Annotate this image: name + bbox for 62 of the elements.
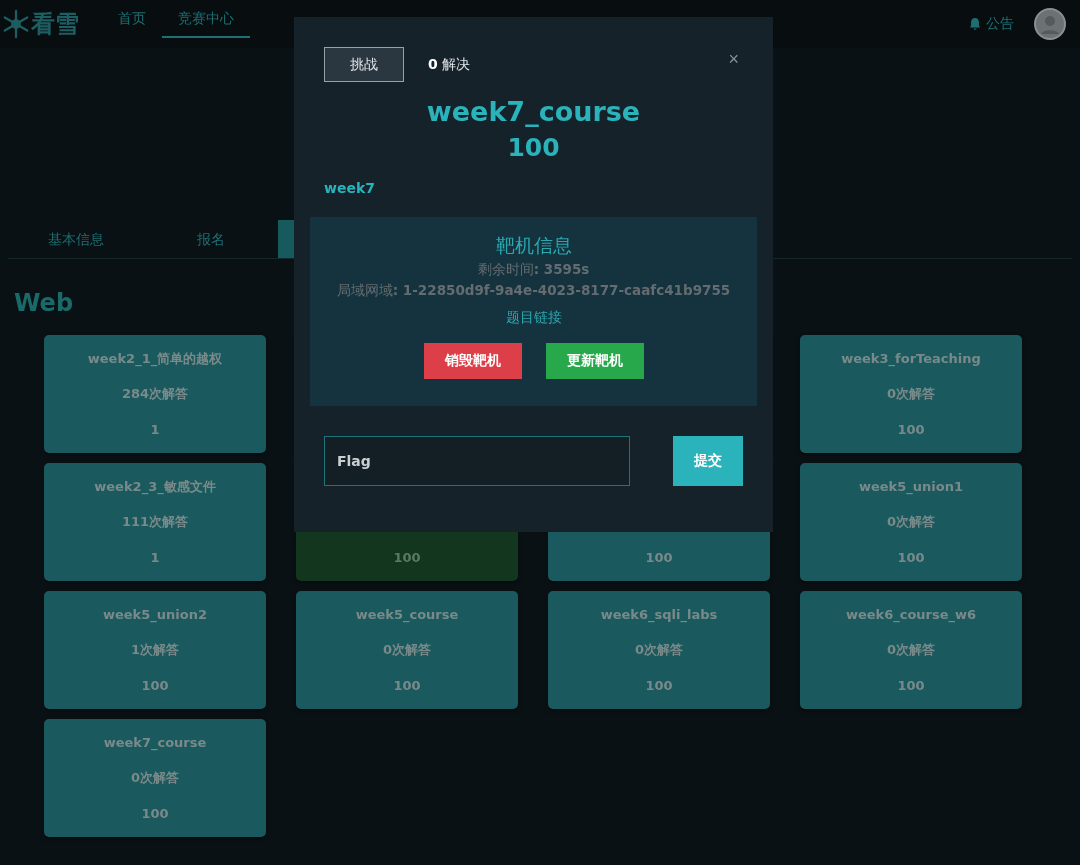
challenge-card[interactable]: week2_1_简单的越权 284次解答 1: [44, 335, 266, 453]
challenge-card[interactable]: week5_union2 1次解答 100: [44, 591, 266, 709]
solve-count: 0次解答: [382, 642, 431, 657]
solve-count: 284次解答: [121, 386, 189, 401]
solve-count: 0次解答: [634, 642, 683, 657]
challenge-link[interactable]: 题目链接: [505, 309, 562, 327]
challenge-points: 100: [393, 549, 421, 565]
challenge-name: week2_3_敏感文件: [94, 478, 216, 494]
solve-count: 0次解答: [886, 386, 935, 401]
tab[interactable]: 基本信息: [8, 220, 143, 258]
bell-icon[interactable]: [968, 17, 982, 31]
remaining-time: 剩余时间: 3595s: [477, 260, 590, 279]
solve-count: 0次解答: [886, 642, 935, 657]
challenge-points: 100: [141, 805, 169, 821]
challenge-points: 100: [141, 677, 169, 693]
close-button[interactable]: ×: [724, 49, 743, 70]
snowflake-icon: [1, 9, 31, 39]
challenge-points: 100: [897, 677, 925, 693]
challenge-card[interactable]: week5_union1 0次解答 100: [800, 463, 1022, 581]
solve-count: 0次解答: [130, 770, 179, 785]
challenge-name: week5_union1: [858, 479, 963, 495]
section-heading: Web: [14, 289, 74, 317]
challenge-card[interactable]: week6_sqli_labs 0次解答 100: [548, 591, 770, 709]
solve-count: 0次解答: [886, 514, 935, 529]
challenge-name: week3_forTeaching: [841, 351, 981, 367]
challenge-points: 1: [150, 549, 160, 565]
solve-count: 0 解决: [428, 55, 471, 74]
challenge-points: 100: [645, 549, 673, 565]
solve-count: 1次解答: [130, 642, 179, 657]
challenge-card[interactable]: week5_course 0次解答 100: [296, 591, 518, 709]
notice-link[interactable]: 公告: [986, 15, 1014, 33]
challenge-card[interactable]: week2_3_敏感文件 111次解答 1: [44, 463, 266, 581]
submit-button[interactable]: 提交: [673, 436, 743, 486]
challenge-points: 100: [506, 133, 561, 162]
challenge-name: week6_course_w6: [845, 607, 977, 623]
challenge-card[interactable]: week7_course 0次解答 100: [44, 719, 266, 837]
challenge-title: week7_course: [425, 96, 642, 127]
challenge-points: 100: [897, 549, 925, 565]
challenge-card[interactable]: week3_forTeaching 0次解答 100: [800, 335, 1022, 453]
challenge-points: 100: [393, 677, 421, 693]
network-domain: 局域网域: 1-22850d9f-9a4e-4023-8177-caafc41b9755: [336, 281, 731, 300]
flag-input[interactable]: Flag: [324, 436, 630, 486]
challenge-points: 100: [645, 677, 673, 693]
challenge-points: 100: [897, 421, 925, 437]
site-logo[interactable]: 看雪: [31, 8, 79, 40]
panel-heading: 靶机信息: [495, 233, 572, 258]
destroy-button[interactable]: 销毁靶机: [423, 343, 522, 379]
challenge-tag: week7: [324, 180, 743, 196]
avatar-icon[interactable]: [1034, 8, 1066, 40]
nav-link[interactable]: 首页: [102, 0, 162, 48]
challenge-card[interactable]: week6_course_w6 0次解答 100: [800, 591, 1022, 709]
challenge-tab[interactable]: 挑战: [324, 47, 404, 82]
challenge-points: 1: [150, 421, 160, 437]
challenge-name: week6_sqli_labs: [600, 607, 718, 623]
nav-link[interactable]: 竞赛中心: [162, 0, 250, 38]
challenge-name: week7_course: [103, 735, 207, 751]
tab[interactable]: 报名: [143, 220, 278, 258]
solve-count: 111次解答: [121, 514, 189, 529]
challenge-name: week5_union2: [102, 607, 207, 623]
renew-button[interactable]: 更新靶机: [545, 343, 644, 379]
challenge-name: week2_1_简单的越权: [87, 350, 223, 366]
challenge-name: week5_course: [355, 607, 459, 623]
